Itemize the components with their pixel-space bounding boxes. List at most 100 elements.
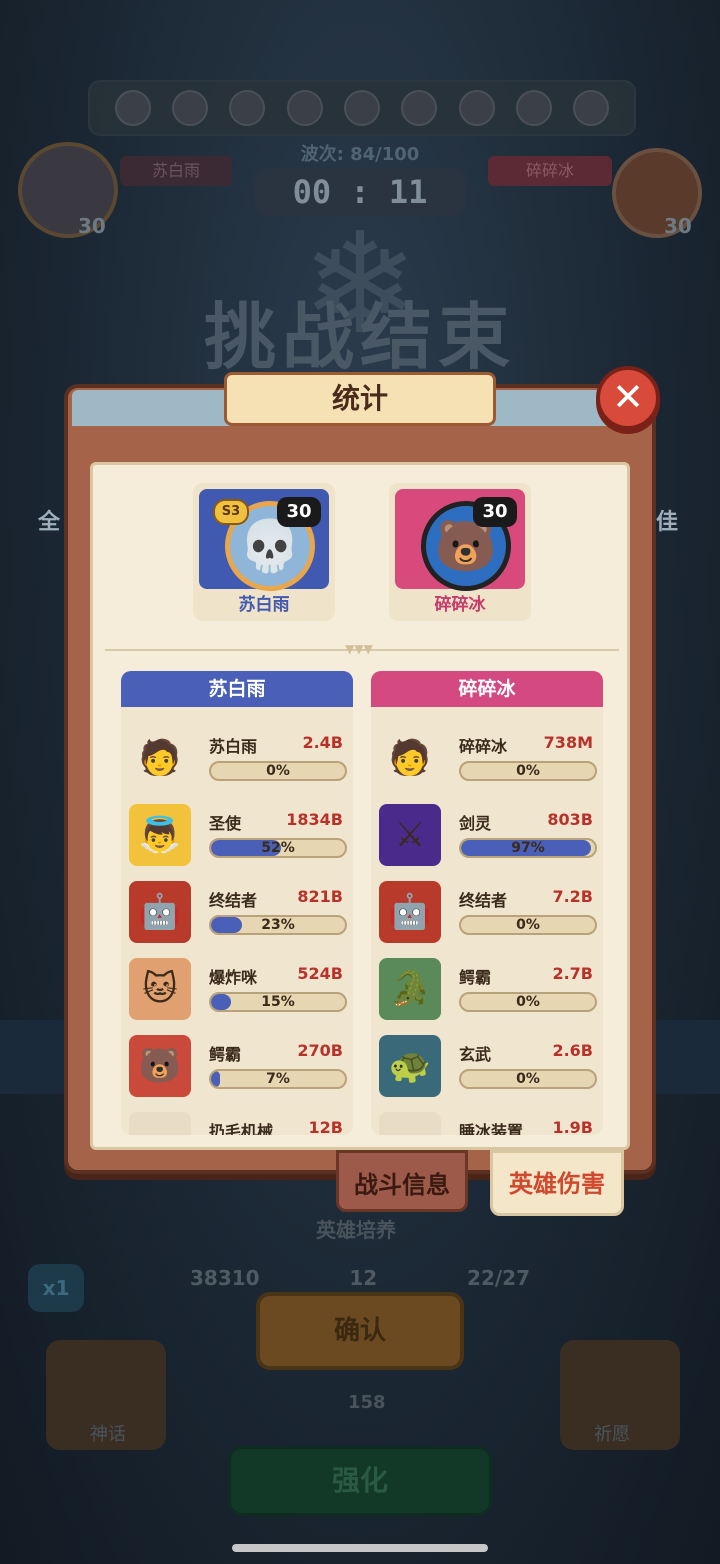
hero-name: 终结者	[209, 891, 258, 910]
hero-queue-bar	[88, 80, 636, 136]
hero-name: 睡冰装置	[459, 1122, 524, 1135]
hero-damage-value: 2.6B	[552, 1041, 593, 1060]
hero-row: 睡冰装置 1.9B	[371, 1112, 603, 1135]
damage-share-label: 15%	[261, 994, 295, 1010]
divider-ornament: ▼▼▼	[345, 642, 373, 656]
hero-damage-value: 821B	[297, 887, 343, 906]
player-card-art: 🐻 30	[395, 489, 525, 591]
hero-avatar: 🐱	[129, 958, 191, 1020]
cost-value: 158	[348, 1392, 386, 1413]
hero-damage-value: 12B	[308, 1118, 343, 1135]
hero-name: 扔毛机械	[209, 1122, 274, 1135]
hero-row: 🐊 鳄霸 2.7B 0%	[371, 958, 603, 1035]
unit-count: 22/27	[467, 1266, 530, 1290]
season-badge: S3	[213, 499, 249, 525]
tab-hero-damage[interactable]: 英雄伤害	[490, 1150, 624, 1216]
hero-avatar: 🐢	[379, 1035, 441, 1097]
hero-damage-value: 1834B	[286, 810, 343, 829]
damage-share-bar: 15%	[209, 992, 347, 1012]
hero-name: 玄武	[459, 1045, 492, 1064]
queue-slot	[515, 90, 552, 126]
queue-slot	[229, 90, 266, 126]
queue-slot	[401, 90, 438, 126]
queue-slot	[171, 90, 208, 126]
hero-name: 剑灵	[459, 814, 492, 833]
damage-share-bar: 52%	[209, 838, 347, 858]
challenge-end-title: 挑战结束	[203, 295, 516, 379]
hero-avatar: ⚔	[379, 804, 441, 866]
queue-slot	[114, 90, 151, 126]
damage-share-bar: 0%	[459, 761, 597, 781]
hero-damage-list[interactable]: 🧑 苏白雨 2.4B 0% 👼 圣使 1834B 52% 🤖 终结者 821B 23% 🐱 爆炸咪 524B…	[121, 707, 353, 1135]
hero-name: 鳄霸	[209, 1045, 242, 1064]
damage-share-bar: 7%	[209, 1069, 347, 1089]
hero-avatar: 🤖	[379, 881, 441, 943]
hero-name: 碎碎冰	[459, 737, 508, 756]
hero-avatar: 🧑	[379, 727, 441, 789]
hero-damage-value: 2.7B	[552, 964, 593, 983]
hero-avatar: 🐻	[129, 1035, 191, 1097]
modal-title: 统计	[224, 372, 496, 426]
player-card-left: 💀 S3 30 苏白雨	[193, 483, 335, 621]
hero-damage-value: 524B	[297, 964, 343, 983]
right-player-name: 碎碎冰	[488, 156, 612, 186]
damage-share-bar: 0%	[459, 1069, 597, 1089]
hero-avatar: 🐊	[379, 958, 441, 1020]
hero-avatar: 🤖	[129, 881, 191, 943]
hero-name: 圣使	[209, 814, 242, 833]
hero-row: 🤖 终结者 821B 23%	[121, 881, 353, 958]
player-name: 碎碎冰	[434, 595, 486, 615]
tab-battle-info[interactable]: 战斗信息	[336, 1150, 468, 1212]
column-header: 苏白雨	[121, 671, 353, 707]
hero-row: 🐢 玄武 2.6B 0%	[371, 1035, 603, 1112]
right-damage-column: 碎碎冰 🧑 碎碎冰 738M 0% ⚔ 剑灵 803B 97% 🤖 终结者 7.2B 0% 🐊 鳄霸 2.7…	[371, 671, 603, 1135]
hero-name: 苏白雨	[209, 737, 258, 756]
home-indicator[interactable]	[232, 1544, 488, 1552]
hero-training-label: 英雄培养	[316, 1218, 396, 1242]
queue-slot	[286, 90, 323, 126]
left-damage-column: 苏白雨 🧑 苏白雨 2.4B 0% 👼 圣使 1834B 52% 🤖 终结者 821B 23% 🐱 爆炸咪…	[121, 671, 353, 1135]
coin-count: 38310	[190, 1266, 260, 1290]
queue-slot	[458, 90, 495, 126]
damage-share-label: 7%	[266, 1071, 290, 1087]
hero-row: 🐱 爆炸咪 524B 15%	[121, 958, 353, 1035]
hero-row: 🤖 终结者 7.2B 0%	[371, 881, 603, 958]
hero-damage-list[interactable]: 🧑 碎碎冰 738M 0% ⚔ 剑灵 803B 97% 🤖 终结者 7.2B 0% 🐊 鳄霸 2.7B 0% 🐢…	[371, 707, 603, 1135]
hero-damage-value: 2.4B	[302, 733, 343, 752]
left-player-name: 苏白雨	[120, 156, 232, 186]
side-label-right: 佳	[656, 510, 679, 535]
queue-slot	[343, 90, 380, 126]
hero-avatar: 🧑	[129, 727, 191, 789]
hero-row: 🧑 苏白雨 2.4B 0%	[121, 727, 353, 804]
damage-share-bar: 97%	[459, 838, 597, 858]
right-player-level: 30	[664, 214, 692, 238]
hero-damage-value: 1.9B	[552, 1118, 593, 1135]
damage-share-label: 0%	[516, 994, 540, 1010]
hero-name: 爆炸咪	[209, 968, 258, 987]
hero-avatar	[129, 1112, 191, 1135]
speed-button[interactable]: x1	[28, 1264, 84, 1312]
hero-avatar	[379, 1112, 441, 1135]
player-level-badge: 30	[277, 497, 321, 527]
damage-share-bar: 0%	[209, 761, 347, 781]
hero-damage-value: 7.2B	[552, 887, 593, 906]
hero-row: 🐻 鳄霸 270B 7%	[121, 1035, 353, 1112]
damage-share-label: 0%	[266, 763, 290, 779]
myth-label: 神话	[90, 1424, 126, 1445]
queue-slot	[573, 90, 610, 126]
hero-row: 👼 圣使 1834B 52%	[121, 804, 353, 881]
damage-share-label: 0%	[516, 763, 540, 779]
close-button[interactable]: ✕	[596, 366, 660, 430]
damage-share-bar: 23%	[209, 915, 347, 935]
boost-button[interactable]: 强化	[228, 1446, 492, 1516]
hero-name: 鳄霸	[459, 968, 492, 987]
damage-share-label: 0%	[516, 917, 540, 933]
stats-content-panel: 💀 S3 30 苏白雨 🐻 30 碎碎冰 ▼▼▼ 苏白雨 🧑 苏白雨 2.4B 0% 👼…	[90, 462, 630, 1150]
hero-damage-value: 738M	[543, 733, 593, 752]
pray-label: 祈愿	[594, 1424, 630, 1445]
damage-share-bar: 0%	[459, 915, 597, 935]
confirm-button[interactable]: 确认	[256, 1292, 464, 1370]
side-label-left: 全	[38, 510, 61, 535]
wave-counter: 波次: 84/100	[300, 144, 420, 165]
player-card-art: 💀 S3 30	[199, 489, 329, 591]
